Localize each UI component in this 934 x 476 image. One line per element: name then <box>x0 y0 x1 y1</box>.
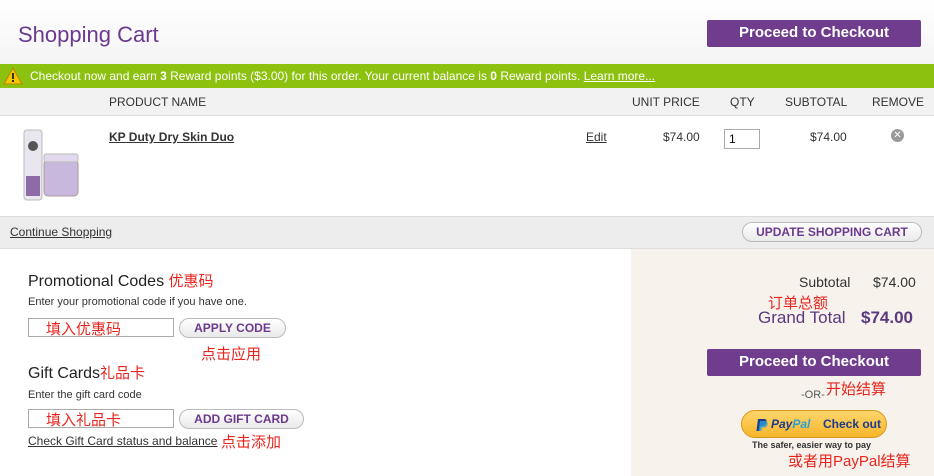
promo-placeholder: 填入优惠码 <box>46 321 122 338</box>
reward-prefix: Checkout now and earn <box>30 69 161 83</box>
paypal-pay: Pay <box>771 417 793 431</box>
gift-hint: Enter the gift card code <box>28 389 142 401</box>
header-subtotal: SUBTOTAL <box>785 95 848 109</box>
apply-code-button[interactable]: APPLY CODE <box>179 318 286 338</box>
gift-placeholder: 填入礼品卡 <box>46 412 122 429</box>
unit-price: $74.00 <box>663 130 700 144</box>
product-name-link[interactable]: KP Duty Dry Skin Duo <box>109 130 234 144</box>
promo-title-annotation: 优惠码 <box>168 273 214 290</box>
checkout-annotation: 开始结算 <box>826 381 887 398</box>
quantity-input[interactable] <box>724 129 760 149</box>
reward-suffix: Reward points. <box>496 69 581 83</box>
cart-table-header: PRODUCT NAME UNIT PRICE QTY SUBTOTAL REM… <box>0 88 934 116</box>
promo-title-text: Promotional Codes <box>28 273 165 290</box>
header-unit-price: UNIT PRICE <box>632 95 700 109</box>
header-qty: QTY <box>730 95 755 109</box>
reward-middle: Reward points ($3.00) for this order. Yo… <box>166 69 491 83</box>
paypal-checkout-label: Check out <box>823 417 882 431</box>
add-annotation: 点击添加 <box>221 434 282 451</box>
row-subtotal: $74.00 <box>810 130 847 144</box>
grand-total-label: Grand Total <box>758 308 846 327</box>
paypal-annotation: 或者用PayPal结算 <box>788 453 911 470</box>
learn-more-link[interactable]: Learn more... <box>584 69 655 83</box>
promo-hint: Enter your promotional code if you have … <box>28 296 247 308</box>
paypal-tagline: The safer, easier way to pay <box>752 440 872 450</box>
product-image <box>23 129 79 201</box>
gift-title-annotation: 礼品卡 <box>100 365 146 382</box>
reward-banner: Checkout now and earn 3 Reward points ($… <box>0 64 934 88</box>
proceed-to-checkout-bottom-button[interactable]: Proceed to Checkout <box>707 349 921 376</box>
edit-link[interactable]: Edit <box>586 130 607 144</box>
gift-title: Gift Cards礼品卡 <box>28 362 145 383</box>
gift-title-text: Gift Cards <box>28 365 101 382</box>
subtotal-value: $74.00 <box>873 274 916 290</box>
header-product-name: PRODUCT NAME <box>109 95 207 109</box>
paypal-logo-icon <box>756 419 768 431</box>
paypal-checkout-button[interactable]: PayPal Check out <box>741 410 887 438</box>
promo-title: Promotional Codes 优惠码 <box>28 270 214 291</box>
reward-balance: 0 <box>490 69 497 83</box>
check-gift-card-link[interactable]: Check Gift Card status and balance <box>28 434 217 448</box>
apply-annotation: 点击应用 <box>201 346 262 363</box>
grand-total-value: $74.00 <box>861 308 913 327</box>
or-separator: -OR- <box>801 389 825 401</box>
header-remove: REMOVE <box>872 95 925 109</box>
warning-icon <box>3 67 23 85</box>
reward-message: Checkout now and earn 3 Reward points ($… <box>30 64 655 88</box>
reward-points: 3 <box>160 69 167 83</box>
add-gift-card-button[interactable]: ADD GIFT CARD <box>179 409 304 429</box>
continue-shopping-link[interactable]: Continue Shopping <box>10 225 112 239</box>
paypal-wordmark: PayPal <box>771 417 810 431</box>
subtotal-label: Subtotal <box>799 274 851 290</box>
proceed-to-checkout-button[interactable]: Proceed to Checkout <box>707 20 921 47</box>
paypal-pal: Pal <box>792 417 811 431</box>
remove-x-icon[interactable]: ✕ <box>891 129 904 142</box>
cart-action-bar: Continue Shopping UPDATE SHOPPING CART <box>0 216 934 249</box>
update-cart-button[interactable]: UPDATE SHOPPING CART <box>742 222 922 242</box>
page-title: Shopping Cart <box>18 22 159 47</box>
page-header: Shopping Cart Proceed to Checkout <box>0 0 934 64</box>
